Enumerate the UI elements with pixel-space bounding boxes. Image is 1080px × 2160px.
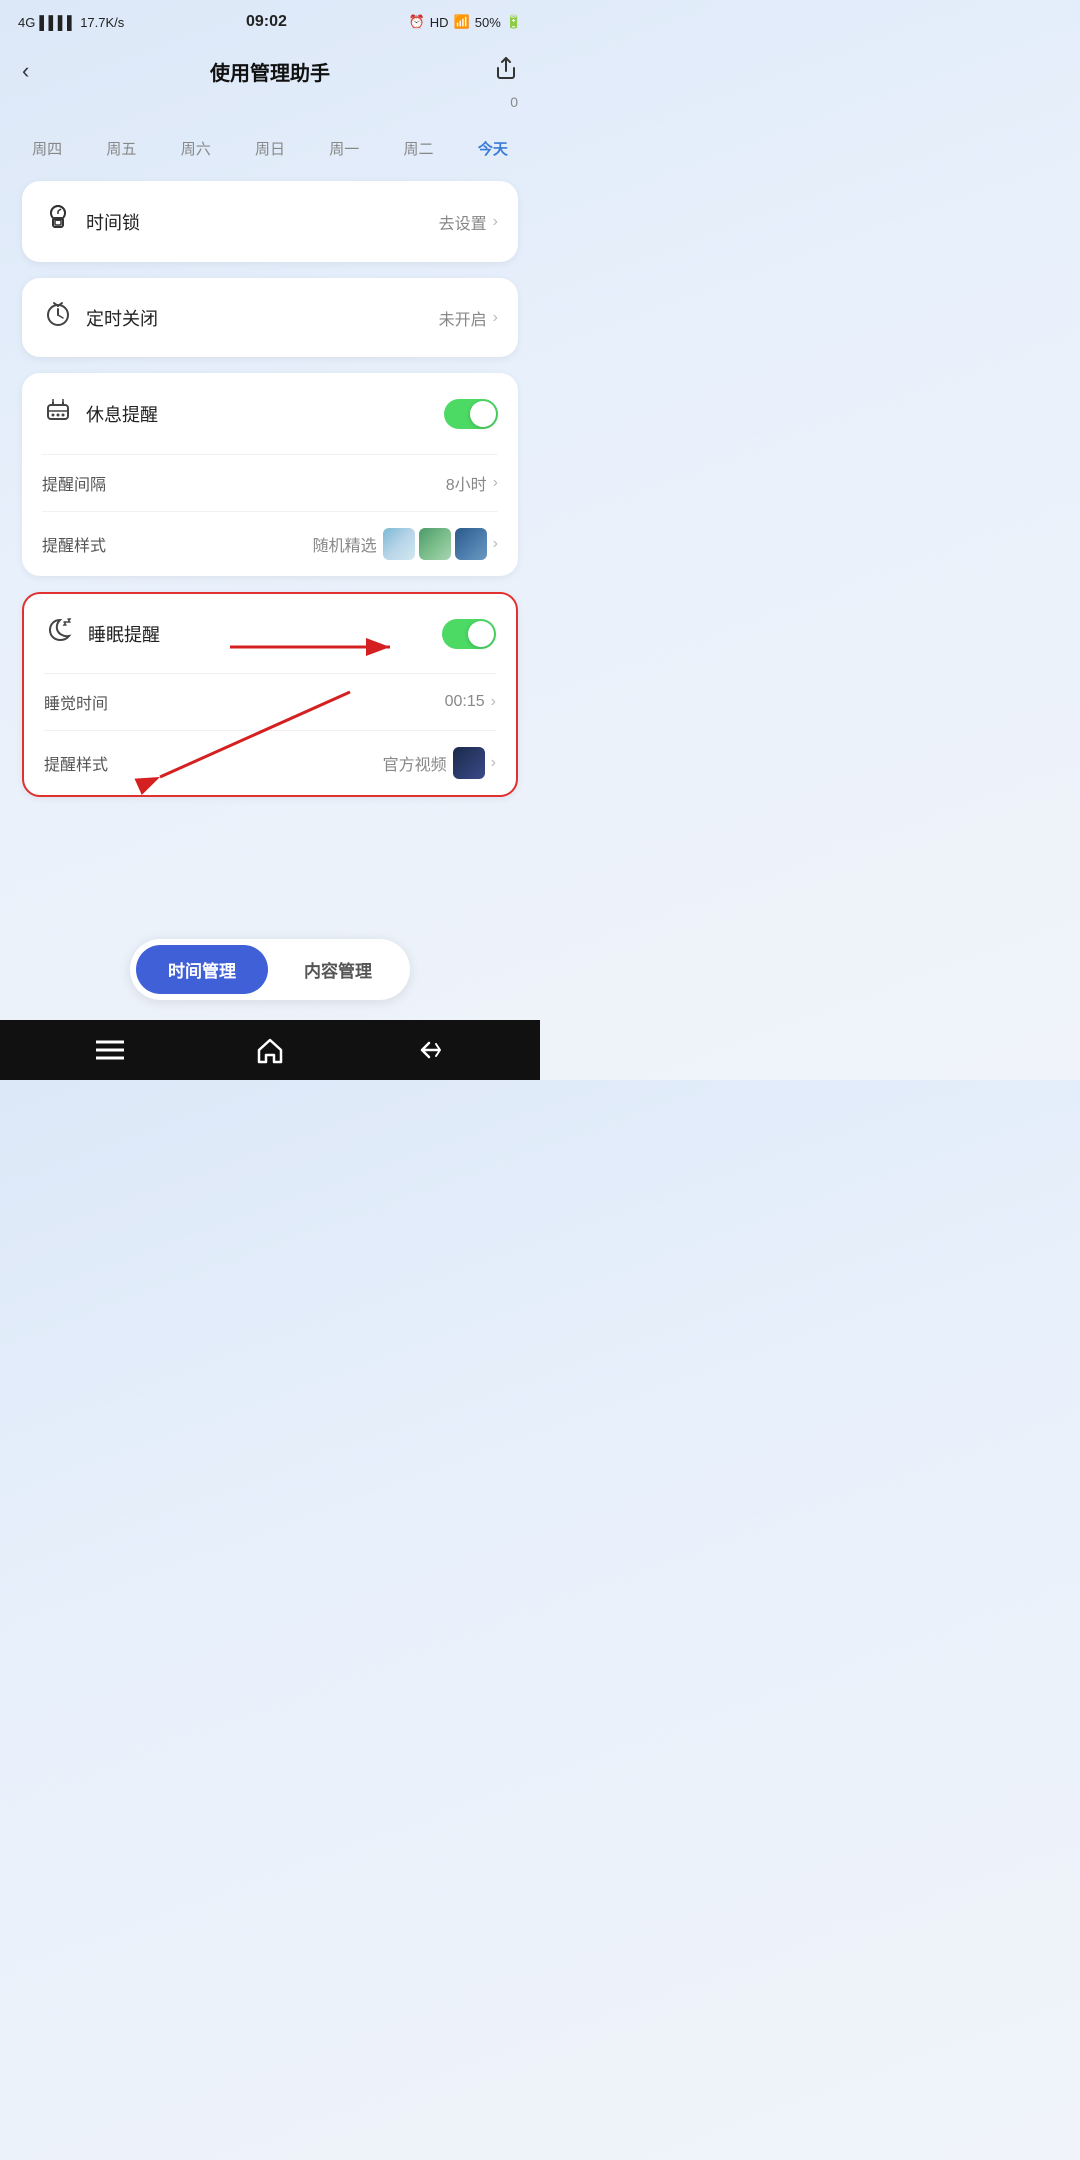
rest-interval-chevron: › [493,474,498,492]
status-right: ⏰ HD 📶 50% 🔋 [409,14,522,30]
alarm-icon: ⏰ [409,14,425,30]
timed-shutdown-right: 未开启 › [439,306,498,330]
tab-saturday[interactable]: 周六 [175,134,217,163]
time-lock-card: 时间锁 去设置 › [22,181,518,262]
day-tabs: 周四 周五 周六 周日 周一 周二 今天 [0,124,540,181]
timed-shutdown-row[interactable]: 定时关闭 未开启 › [22,278,518,357]
tab-friday[interactable]: 周五 [100,134,142,163]
status-left: 4G ▌▌▌▌ 17.7K/s [18,15,124,30]
tab-thursday[interactable]: 周四 [26,134,68,163]
sleep-time-value: 00:15 › [445,693,496,711]
thumbnail-3 [455,528,487,560]
rest-interval-row[interactable]: 提醒间隔 8小时 › [22,455,518,511]
time-display: 09:02 [246,13,287,31]
page-title: 使用管理助手 [210,57,330,86]
tab-monday[interactable]: 周一 [323,134,365,163]
thumbnail-1 [383,528,415,560]
home-icon[interactable] [256,1036,284,1064]
header: ‹ 使用管理助手 [0,44,540,100]
sleep-reminder-row: 睡眠提醒 [24,594,516,673]
timed-shutdown-label: 定时关闭 [86,305,158,331]
sleep-time-label: 睡觉时间 [44,690,108,714]
timed-shutdown-icon [42,300,74,335]
rest-reminder-icon [42,395,74,432]
wifi-icon: 📶 [454,14,470,30]
timed-shutdown-left: 定时关闭 [42,300,158,335]
sleep-reminder-card: 睡眠提醒 睡觉时间 00:15 › 提醒样式 官方视频 › [22,592,518,797]
bottom-tabs-wrap: 时间管理 内容管理 [0,813,540,1020]
rest-reminder-left: 休息提醒 [42,395,158,432]
rest-thumbnails [383,528,487,560]
speed-label: 17.7K/s [80,15,124,30]
sleep-style-label: 提醒样式 [44,751,108,775]
tab-tuesday[interactable]: 周二 [398,134,440,163]
rest-reminder-label: 休息提醒 [86,401,158,427]
sleep-style-chevron: › [491,754,496,772]
time-lock-label: 时间锁 [86,209,140,235]
rest-style-value: 随机精选 › [313,528,498,560]
sleep-reminder-toggle[interactable] [442,619,496,649]
back-button[interactable]: ‹ [18,54,33,88]
rest-reminder-row: 休息提醒 [22,373,518,454]
timed-shutdown-card: 定时关闭 未开启 › [22,278,518,357]
time-lock-chevron: › [493,213,498,231]
sleep-reminder-label: 睡眠提醒 [88,621,160,647]
time-lock-right: 去设置 › [439,210,498,234]
share-button[interactable] [490,52,522,90]
rest-interval-label: 提醒间隔 [42,471,106,495]
sleep-reminder-left: 睡眠提醒 [44,616,160,651]
tab-today[interactable]: 今天 [472,134,514,163]
tab-sunday[interactable]: 周日 [249,134,291,163]
thumbnail-2 [419,528,451,560]
hd-label: HD [430,15,449,30]
sleep-thumbnails [453,747,485,779]
rest-style-label: 提醒样式 [42,532,106,556]
time-lock-row[interactable]: 时间锁 去设置 › [22,181,518,262]
thumbnail-video [453,747,485,779]
sleep-time-chevron: › [491,693,496,711]
time-lock-left: 时间锁 [42,203,140,240]
sleep-time-row[interactable]: 睡觉时间 00:15 › [24,674,516,730]
sleep-style-value: 官方视频 › [383,747,496,779]
battery-icon: 🔋 [506,14,522,30]
rest-style-row[interactable]: 提醒样式 随机精选 › [22,512,518,576]
bottom-tabs-container: 时间管理 内容管理 [130,939,410,1000]
nav-bar [0,1020,540,1080]
time-lock-icon [42,203,74,240]
rest-interval-value: 8小时 › [446,471,498,495]
rest-reminder-card: 休息提醒 提醒间隔 8小时 › 提醒样式 随机精选 › [22,373,518,576]
network-label: 4G [18,15,35,30]
timed-shutdown-chevron: › [493,309,498,327]
time-management-tab[interactable]: 时间管理 [136,945,268,994]
rest-style-chevron: › [493,535,498,553]
sleep-style-row[interactable]: 提醒样式 官方视频 › [24,731,516,795]
sleep-card-wrapper: 睡眠提醒 睡觉时间 00:15 › 提醒样式 官方视频 › [22,592,518,797]
sleep-reminder-icon [44,616,76,651]
back-nav-icon[interactable] [416,1036,444,1064]
menu-icon[interactable] [96,1040,124,1060]
signal-icon: ▌▌▌▌ [39,15,76,30]
status-bar: 4G ▌▌▌▌ 17.7K/s 09:02 ⏰ HD 📶 50% 🔋 [0,0,540,44]
rest-reminder-toggle[interactable] [444,399,498,429]
battery-label: 50% [475,15,501,30]
content-management-tab[interactable]: 内容管理 [272,945,404,994]
